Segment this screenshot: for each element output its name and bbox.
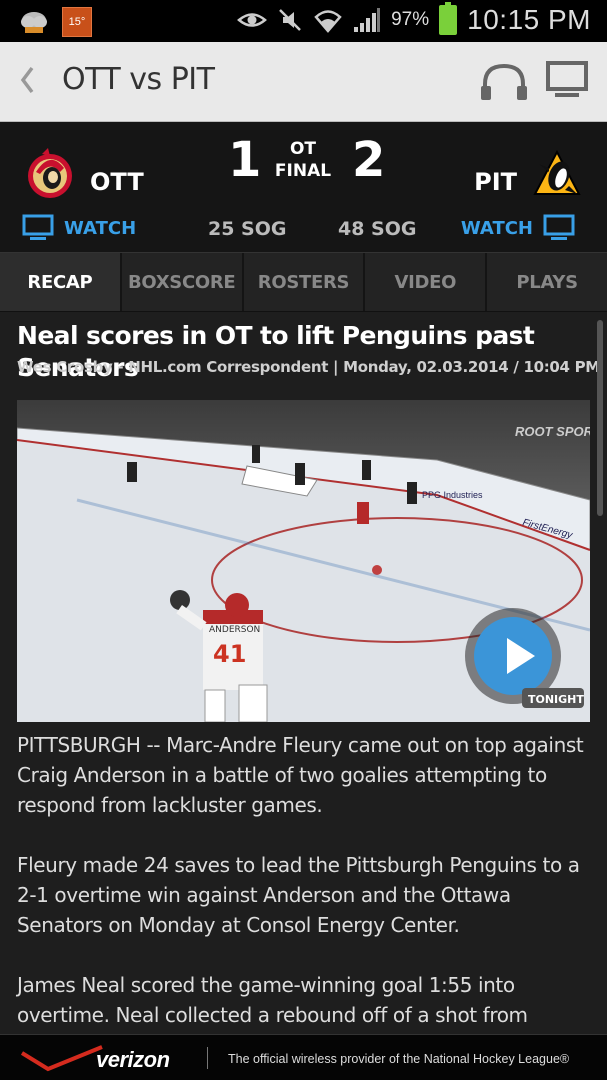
- weather-cloud-icon: [21, 12, 47, 33]
- tab-rosters[interactable]: ROSTERS: [244, 253, 366, 311]
- sponsor-tagline: The official wireless provider of the Na…: [228, 1052, 570, 1066]
- tv-icon[interactable]: [545, 60, 589, 100]
- brand-watermark: ROOT SPORTS: [515, 424, 590, 439]
- senators-logo-icon: [28, 148, 72, 198]
- tab-plays[interactable]: PLAYS: [487, 253, 607, 311]
- away-score: 1: [228, 132, 262, 188]
- watch-home-button[interactable]: WATCH: [461, 214, 575, 242]
- back-chevron-icon[interactable]: [14, 60, 40, 100]
- home-sog: 48 SOG: [338, 218, 417, 240]
- wifi-icon: [314, 10, 342, 33]
- tab-boxscore[interactable]: BOXSCORE: [122, 253, 244, 311]
- article-body: PITTSBURGH -- Marc-Andre Fleury came out…: [17, 730, 597, 1034]
- scrollbar[interactable]: [597, 320, 603, 516]
- penguins-logo-icon: [533, 149, 581, 195]
- verizon-logo: verizon: [96, 1047, 170, 1072]
- clock: 10:15 PM: [467, 4, 591, 35]
- battery-percent: 97%: [391, 9, 430, 30]
- period-status: OT FINAL: [270, 138, 336, 182]
- sponsor-banner[interactable]: verizon The official wireless provider o…: [0, 1034, 607, 1080]
- status-bar: 15° 97% 10:15 PM: [0, 0, 607, 42]
- tab-recap[interactable]: RECAP: [0, 253, 122, 311]
- tv-icon: [22, 214, 54, 240]
- eye-icon: [237, 13, 268, 27]
- watch-away-button[interactable]: WATCH: [22, 214, 136, 242]
- verizon-check-icon: [20, 1045, 103, 1072]
- article-paragraph: Fleury made 24 saves to lead the Pittsbu…: [17, 853, 580, 937]
- battery-icon: [439, 2, 458, 35]
- status-left: 15°: [18, 7, 92, 37]
- jersey-number: 41: [213, 640, 246, 668]
- period-line-final: FINAL: [274, 161, 332, 181]
- tab-video[interactable]: VIDEO: [365, 253, 488, 311]
- article-paragraph: James Neal scored the game-winning goal …: [17, 973, 528, 1034]
- nhl-tonight-logo-icon: TONIGHT: [522, 688, 584, 708]
- play-icon: [507, 638, 535, 674]
- signal-icon: [354, 8, 381, 32]
- recap-article[interactable]: Neal scores in OT to lift Penguins past …: [0, 312, 607, 1034]
- away-sog: 25 SOG: [208, 218, 287, 240]
- game-tabs: RECAP BOXSCORE ROSTERS VIDEO PLAYS: [0, 252, 607, 312]
- away-team-abbr: OTT: [90, 168, 144, 196]
- app-header: OTT vs PIT: [0, 42, 607, 122]
- status-right: 97% 10:15 PM: [237, 2, 591, 36]
- watermark-label: TONIGHT: [528, 693, 584, 706]
- watch-away-label: WATCH: [64, 217, 137, 239]
- home-team-abbr: PIT: [474, 168, 517, 196]
- article-paragraph: PITTSBURGH -- Marc-Andre Fleury came out…: [17, 733, 584, 817]
- jersey-name: ANDERSON: [209, 625, 260, 635]
- watch-home-label: WATCH: [460, 217, 533, 239]
- home-score: 2: [352, 132, 386, 188]
- divider: [207, 1047, 208, 1069]
- headphones-icon[interactable]: [477, 60, 531, 104]
- video-thumbnail[interactable]: PPG Industries FirstEnergy ROOT SPORTS: [17, 400, 590, 722]
- mute-icon: [279, 9, 301, 31]
- article-byline: Wes Crosby - NHL.com Correspondent | Mon…: [17, 358, 600, 376]
- page-title: OTT vs PIT: [62, 62, 215, 97]
- tv-icon: [543, 214, 575, 240]
- scoreboard: OTT 1 OT FINAL 2 PIT WATCH 25 SOG 48 SOG…: [0, 122, 607, 252]
- period-line-ot: OT: [289, 139, 317, 159]
- temperature-badge: 15°: [62, 7, 92, 37]
- board-ad-ppg: PPG Industries: [422, 490, 483, 500]
